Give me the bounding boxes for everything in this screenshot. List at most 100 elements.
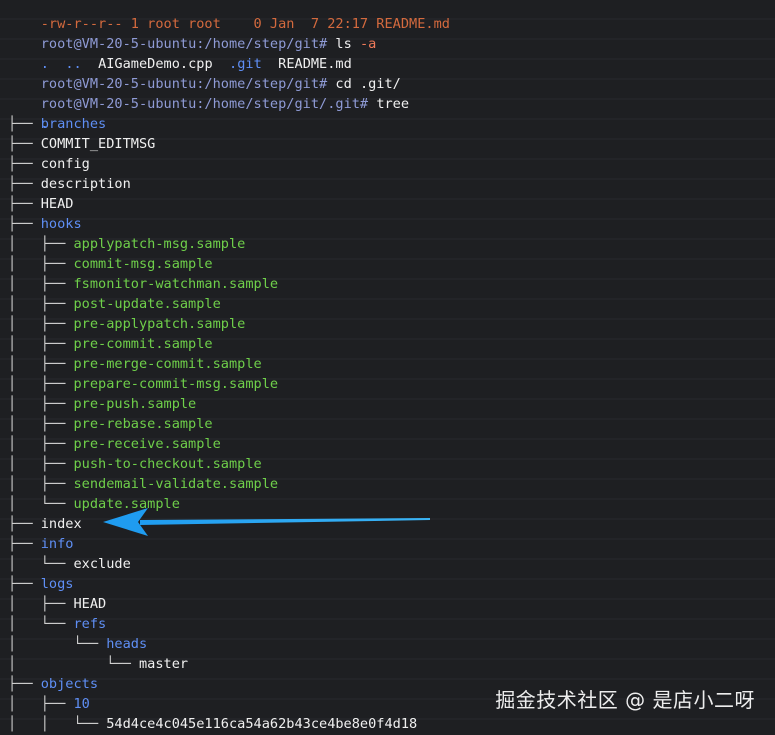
- watermark-text: 掘金技术社区 @ 是店小二呀: [495, 688, 755, 712]
- tree-line: │ ├── pre-push.sample: [0, 394, 775, 414]
- tree-entry-exe: post-update.sample: [73, 296, 221, 312]
- tree-entry-file: index: [40, 516, 82, 532]
- tree-line: │ ├── HEAD: [0, 594, 775, 614]
- tree-entry-file: config: [40, 156, 90, 172]
- tree-entry-dir: refs: [73, 616, 107, 632]
- tree-branch-glyph: │ │ └──: [8, 716, 107, 732]
- tree-entry-dir: branches: [40, 116, 107, 132]
- tree-branch-glyph: │ ├──: [8, 456, 74, 472]
- tree-entry-exe: pre-push.sample: [73, 396, 197, 412]
- shell-prompt: root@VM-20-5-ubuntu:/home/step/git/.git#: [40, 96, 369, 112]
- tree-line: │ ├── pre-commit.sample: [0, 334, 775, 354]
- tree-line: │ └── exclude: [0, 554, 775, 574]
- tree-line: │ └── refs: [0, 614, 775, 634]
- tree-entry-exe: push-to-checkout.sample: [73, 456, 262, 472]
- tree-line: │ ├── push-to-checkout.sample: [0, 454, 775, 474]
- tree-entry-exe: pre-merge-commit.sample: [73, 356, 262, 372]
- tree-branch-glyph: │ ├──: [8, 256, 74, 272]
- tree-branch-glyph: ├──: [8, 176, 41, 192]
- tree-entry-exe: applypatch-msg.sample: [73, 236, 246, 252]
- tree-entry-exe: prepare-commit-msg.sample: [73, 376, 279, 392]
- tree-line: │ └── update.sample: [0, 494, 775, 514]
- tree-branch-glyph: │ └──: [8, 656, 139, 672]
- tree-branch-glyph: ├──: [8, 116, 41, 132]
- tree-entry-exe: update.sample: [73, 496, 180, 512]
- tree-branch-glyph: ├──: [8, 196, 41, 212]
- tree-line: │ └── master: [0, 654, 775, 674]
- tree-line: ├── branches: [0, 114, 775, 134]
- tree-branch-glyph: │ ├──: [8, 336, 74, 352]
- command-text: cd .git/: [335, 76, 401, 92]
- tree-line: │ │ └── 54d4ce4c045e116ca54a62b43ce4be8e…: [0, 714, 775, 734]
- ls-entry-dotdot: ..: [65, 56, 82, 72]
- tree-entry-file: description: [40, 176, 131, 192]
- ls-entry-git: .git: [229, 56, 262, 72]
- tree-branch-glyph: │ ├──: [8, 376, 74, 392]
- tree-entry-dir: info: [40, 536, 74, 552]
- tree-entry-dir: heads: [106, 636, 148, 652]
- tree-output: ├── branches ├── COMMIT_EDITMSG ├── config…: [0, 114, 775, 734]
- tree-branch-glyph: │ ├──: [8, 236, 74, 252]
- command-text: tree: [376, 96, 410, 112]
- tree-line: │ └── heads: [0, 634, 775, 654]
- terminal-window[interactable]: -rw-r--r-- 1 root root 0 Jan 7 22:17 REA…: [0, 0, 775, 734]
- tree-entry-file: HEAD: [73, 596, 107, 612]
- tree-branch-glyph: │ ├──: [8, 476, 74, 492]
- tree-entry-file: master: [138, 656, 189, 672]
- tree-entry-file: 54d4ce4c045e116ca54a62b43ce4be8e0f4d18: [106, 716, 418, 732]
- tree-branch-glyph: │ └──: [8, 616, 74, 632]
- tree-branch-glyph: ├──: [8, 676, 41, 692]
- tree-line: │ ├── pre-rebase.sample: [0, 414, 775, 434]
- tree-branch-glyph: ├──: [8, 576, 41, 592]
- tree-line: │ ├── sendemail-validate.sample: [0, 474, 775, 494]
- tree-line: ├── description: [0, 174, 775, 194]
- tree-line: ├── info: [0, 534, 775, 554]
- tree-entry-exe: pre-receive.sample: [73, 436, 221, 452]
- tree-branch-glyph: │ ├──: [8, 316, 74, 332]
- tree-branch-glyph: │ ├──: [8, 596, 74, 612]
- tree-entry-exe: commit-msg.sample: [73, 256, 213, 272]
- shell-prompt: root@VM-20-5-ubuntu:/home/step/git#: [40, 36, 328, 52]
- tree-branch-glyph: │ ├──: [8, 276, 74, 292]
- tree-branch-glyph: │ └──: [8, 556, 74, 572]
- tree-branch-glyph: │ ├──: [8, 296, 74, 312]
- ls-entry-cpp: AIGameDemo.cpp: [98, 56, 213, 72]
- tree-branch-glyph: │ ├──: [8, 696, 74, 712]
- tree-entry-dir: 10: [73, 696, 90, 712]
- tree-entry-file: COMMIT_EDITMSG: [40, 136, 156, 152]
- command-text: ls: [335, 36, 352, 52]
- tree-line: │ ├── commit-msg.sample: [0, 254, 775, 274]
- tree-branch-glyph: ├──: [8, 156, 41, 172]
- tree-line: │ ├── fsmonitor-watchman.sample: [0, 274, 775, 294]
- tree-branch-glyph: ├──: [8, 536, 41, 552]
- tree-branch-glyph: ├──: [8, 516, 41, 532]
- tree-entry-exe: pre-rebase.sample: [73, 416, 213, 432]
- tree-line: │ ├── post-update.sample: [0, 294, 775, 314]
- ls-entry-dot: .: [40, 56, 49, 72]
- tree-branch-glyph: │ ├──: [8, 396, 74, 412]
- tree-line: │ ├── pre-applypatch.sample: [0, 314, 775, 334]
- tree-branch-glyph: │ └──: [8, 496, 74, 512]
- tree-line: │ ├── pre-receive.sample: [0, 434, 775, 454]
- tree-branch-glyph: │ └──: [8, 636, 107, 652]
- tree-branch-glyph: │ ├──: [8, 416, 74, 432]
- tree-entry-exe: sendemail-validate.sample: [73, 476, 279, 492]
- tree-line: ├── COMMIT_EDITMSG: [0, 134, 775, 154]
- partial-output: -rw-r--r-- 1 root root 0 Jan 7 22:17 REA…: [40, 16, 450, 32]
- ls-entry-readme: README.md: [278, 56, 352, 72]
- tree-line: │ ├── applypatch-msg.sample: [0, 234, 775, 254]
- tree-line: ├── config: [0, 154, 775, 174]
- shell-prompt: root@VM-20-5-ubuntu:/home/step/git#: [40, 76, 328, 92]
- tree-entry-file: exclude: [73, 556, 131, 572]
- tree-branch-glyph: ├──: [8, 216, 41, 232]
- tree-line: ├── hooks: [0, 214, 775, 234]
- tree-line: │ ├── pre-merge-commit.sample: [0, 354, 775, 374]
- tree-entry-dir: hooks: [40, 216, 82, 232]
- tree-line: ├── HEAD: [0, 194, 775, 214]
- tree-entry-exe: pre-applypatch.sample: [73, 316, 246, 332]
- tree-entry-dir: objects: [40, 676, 99, 692]
- tree-line: ├── logs: [0, 574, 775, 594]
- tree-branch-glyph: ├──: [8, 136, 41, 152]
- tree-line: ├── index: [0, 514, 775, 534]
- tree-line: │ ├── prepare-commit-msg.sample: [0, 374, 775, 394]
